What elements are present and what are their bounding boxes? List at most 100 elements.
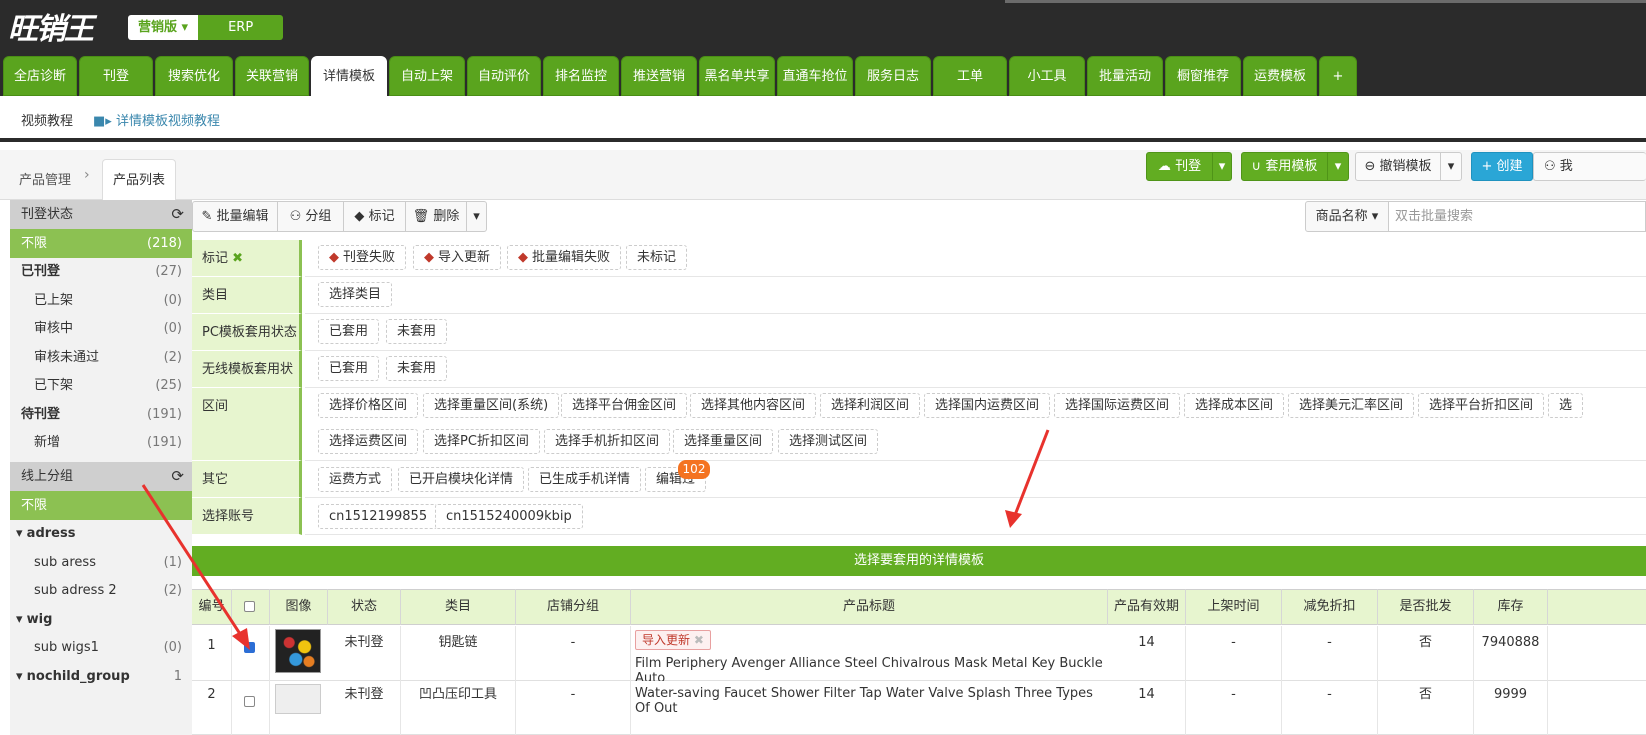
nav-tab-3[interactable]: 关联营销 bbox=[235, 56, 309, 96]
revoke-template-button[interactable]: ⊖ 撤销模板 bbox=[1355, 152, 1441, 181]
row-checkbox-cell[interactable] bbox=[232, 681, 270, 735]
row-checkbox[interactable] bbox=[244, 696, 255, 707]
nav-tab-0[interactable]: 全店诊断 bbox=[3, 56, 77, 96]
mobile-not-applied-option[interactable]: 未套用 bbox=[386, 356, 448, 381]
mark-tag-unmarked[interactable]: 未标记 bbox=[626, 245, 688, 270]
edition-select[interactable]: 营销版 ▾ bbox=[128, 15, 199, 40]
tab-product-list[interactable]: 产品列表 bbox=[102, 159, 176, 200]
group-button[interactable]: ⚇ 分组 bbox=[277, 201, 344, 232]
video-tutorial-link[interactable]: ■▸ 详情模板视频教程 bbox=[93, 110, 220, 129]
range-option-row2-2[interactable]: 选择手机折扣区间 bbox=[544, 429, 671, 454]
nav-tab-9[interactable]: 黑名单共享 bbox=[699, 56, 775, 96]
breadcrumb-parent[interactable]: 产品管理 bbox=[19, 169, 71, 188]
erp-button[interactable]: ERP bbox=[198, 15, 284, 40]
status-item-reviewing[interactable]: 审核中 (0) bbox=[10, 314, 192, 343]
nav-tab-8[interactable]: 推送营销 bbox=[621, 56, 697, 96]
modular-detail-option[interactable]: 已开启模块化详情 bbox=[398, 467, 525, 492]
nav-tab-4[interactable]: 详情模板 bbox=[311, 56, 387, 96]
account-option-1[interactable]: cn1512199855 bbox=[318, 504, 439, 529]
account-option-2[interactable]: cn1515240009kbip bbox=[435, 504, 583, 529]
batch-edit-button[interactable]: ✎ 批量编辑 bbox=[192, 201, 278, 232]
nav-tab-2[interactable]: 搜索优化 bbox=[155, 56, 233, 96]
shipping-method-option[interactable]: 运费方式 bbox=[318, 467, 393, 492]
range-option-1[interactable]: 选择重量区间(系统) bbox=[423, 393, 560, 418]
mark-tag-import-update[interactable]: ◆ 导入更新 bbox=[413, 245, 502, 270]
mark-button[interactable]: ◆ 标记 bbox=[343, 201, 406, 232]
publish-button[interactable]: ☁ 刊登 bbox=[1146, 152, 1213, 181]
status-item-rejected[interactable]: 审核未通过 (2) bbox=[10, 343, 192, 372]
edition-switch[interactable]: 营销版 ▾ ERP bbox=[128, 15, 284, 40]
apply-template-caret-icon[interactable]: ▾ bbox=[1327, 152, 1349, 181]
nav-tab-11[interactable]: 服务日志 bbox=[855, 56, 931, 96]
row-checkbox-cell[interactable] bbox=[232, 626, 270, 681]
range-option-row2-4[interactable]: 选择测试区间 bbox=[778, 429, 879, 454]
col-select-all[interactable] bbox=[232, 589, 270, 625]
clear-x-icon[interactable]: ✖ bbox=[232, 251, 243, 266]
range-option-row2-3[interactable]: 选择重量区间 bbox=[673, 429, 774, 454]
status-item-listed[interactable]: 已上架 (0) bbox=[10, 286, 192, 315]
status-item-new[interactable]: 新增 (191) bbox=[10, 428, 192, 457]
mobile-detail-option[interactable]: 已生成手机详情 bbox=[528, 467, 642, 492]
row-title[interactable]: Film Periphery Avenger Alliance Steel Ch… bbox=[631, 656, 1108, 686]
group-item-sub-wigs1[interactable]: sub wigs1 (0) bbox=[10, 633, 192, 662]
group-item-nochild-group[interactable]: ▾ nochild_group 1 bbox=[10, 662, 192, 691]
revoke-template-caret-icon[interactable]: ▾ bbox=[1440, 152, 1462, 181]
nav-tab-12[interactable]: 工单 bbox=[933, 56, 1007, 96]
nav-tab-16[interactable]: 运费模板 bbox=[1243, 56, 1317, 96]
group-item-wig[interactable]: ▾ wig bbox=[10, 605, 192, 634]
status-item-all[interactable]: 不限 (218) bbox=[10, 229, 192, 258]
search-input[interactable]: 双击批量搜索 bbox=[1388, 201, 1646, 232]
mobile-applied-option[interactable]: 已套用 bbox=[318, 356, 380, 381]
product-thumbnail[interactable] bbox=[275, 629, 321, 673]
range-option-10[interactable]: 选 bbox=[1548, 393, 1584, 418]
nav-tab-1[interactable]: 刊登 bbox=[79, 56, 153, 96]
delete-button[interactable]: 🗑 删除 bbox=[405, 201, 467, 232]
row-checkbox[interactable] bbox=[244, 642, 255, 653]
mark-tag-batch-edit-failed[interactable]: ◆ 批量编辑失败 bbox=[507, 245, 622, 270]
range-option-row2-0[interactable]: 选择运费区间 bbox=[318, 429, 419, 454]
range-option-row2-1[interactable]: 选择PC折扣区间 bbox=[423, 429, 540, 454]
range-option-4[interactable]: 选择利润区间 bbox=[820, 393, 921, 418]
more-button[interactable]: ⚇ 我 bbox=[1533, 152, 1646, 181]
nav-tab-7[interactable]: 排名监控 bbox=[543, 56, 619, 96]
product-thumbnail[interactable] bbox=[275, 684, 321, 714]
remove-tag-icon[interactable]: ✖ bbox=[694, 633, 704, 647]
refresh-icon[interactable]: ⟳ bbox=[171, 462, 184, 491]
add-tab-plus-icon[interactable]: + bbox=[1319, 56, 1357, 96]
range-option-8[interactable]: 选择美元汇率区间 bbox=[1288, 393, 1415, 418]
apply-template-button[interactable]: ∪ 套用模板 bbox=[1241, 152, 1328, 181]
publish-dropdown-caret-icon[interactable]: ▾ bbox=[1212, 152, 1232, 181]
pc-not-applied-option[interactable]: 未套用 bbox=[386, 319, 448, 344]
select-category-button[interactable]: 选择类目 bbox=[318, 282, 393, 307]
mark-tag-publish-failed[interactable]: ◆ 刊登失败 bbox=[318, 245, 407, 270]
group-item-sub-adress-2[interactable]: sub adress 2 (2) bbox=[10, 576, 192, 605]
group-item-sub-aress[interactable]: sub aress (1) bbox=[10, 548, 192, 577]
toolbar-more-caret-icon[interactable]: ▾ bbox=[466, 201, 487, 232]
status-item-delisted[interactable]: 已下架 (25) bbox=[10, 371, 192, 400]
refresh-icon[interactable]: ⟳ bbox=[171, 200, 184, 229]
range-option-5[interactable]: 选择国内运费区间 bbox=[924, 393, 1051, 418]
group-item-adress[interactable]: ▾ adress bbox=[10, 519, 192, 548]
select-detail-template-bar[interactable]: 选择要套用的详情模板 bbox=[192, 546, 1646, 576]
range-option-7[interactable]: 选择成本区间 bbox=[1184, 393, 1285, 418]
nav-tab-14[interactable]: 批量活动 bbox=[1087, 56, 1163, 96]
row-title[interactable]: Water-saving Faucet Shower Filter Tap Wa… bbox=[631, 686, 1108, 716]
nav-tab-13[interactable]: 小工具 bbox=[1009, 56, 1085, 96]
nav-tab-10[interactable]: 直通车抢位 bbox=[777, 56, 853, 96]
range-option-0[interactable]: 选择价格区间 bbox=[318, 393, 419, 418]
nav-tab-5[interactable]: 自动上架 bbox=[389, 56, 465, 96]
nav-tab-15[interactable]: 橱窗推荐 bbox=[1165, 56, 1241, 96]
status-item-pending[interactable]: 待刊登 (191) bbox=[10, 400, 192, 429]
range-option-9[interactable]: 选择平台折扣区间 bbox=[1418, 393, 1545, 418]
status-item-published[interactable]: 已刊登 (27) bbox=[10, 257, 192, 286]
range-option-3[interactable]: 选择其他内容区间 bbox=[690, 393, 817, 418]
app-logo[interactable]: 旺销王 bbox=[8, 4, 94, 47]
range-option-6[interactable]: 选择国际运费区间 bbox=[1054, 393, 1181, 418]
search-field-select[interactable]: 商品名称 ▾ bbox=[1305, 201, 1389, 232]
group-item-all[interactable]: 不限 bbox=[10, 491, 192, 520]
range-option-2[interactable]: 选择平台佣金区间 bbox=[561, 393, 688, 418]
import-update-tag[interactable]: 导入更新 ✖ bbox=[635, 630, 711, 650]
create-button[interactable]: + 创建 bbox=[1471, 152, 1533, 181]
pc-applied-option[interactable]: 已套用 bbox=[318, 319, 380, 344]
nav-tab-6[interactable]: 自动评价 bbox=[467, 56, 541, 96]
